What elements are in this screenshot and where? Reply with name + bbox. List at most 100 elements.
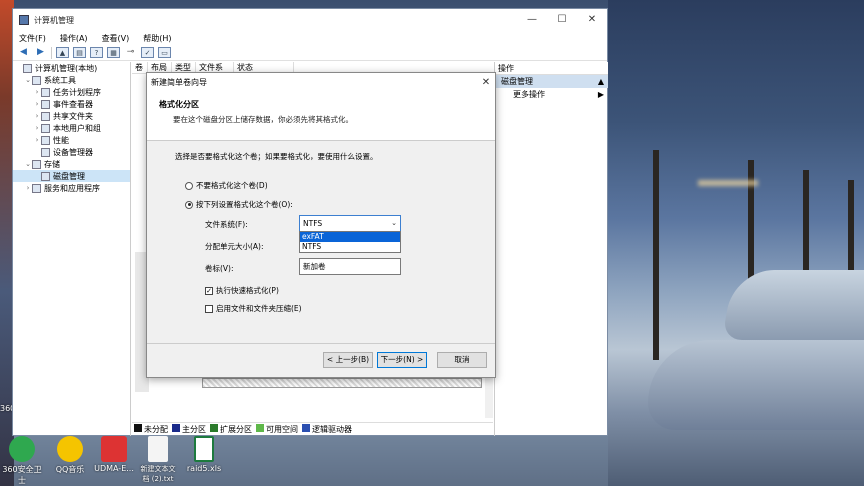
desktop-icon-textfile[interactable]: 新建文本文档 (2).txt — [138, 436, 178, 484]
tree-node[interactable]: › 任务计划程序 — [13, 86, 130, 98]
computer-management-icon — [19, 15, 29, 25]
filesystem-dropdown-list: exFAT NTFS — [299, 231, 401, 253]
tree-node[interactable]: › 服务和应用程序 — [13, 182, 130, 194]
radio-format[interactable]: 按下列设置格式化这个卷(O): — [185, 199, 293, 210]
menu-bar: 文件(F) 操作(A) 查看(V) 帮助(H) — [13, 31, 607, 45]
tree-node[interactable]: 磁盘管理 — [13, 170, 130, 182]
desktop-icon-udma[interactable]: UDMA-E... — [94, 436, 134, 473]
quick-format-checkbox[interactable]: ✓ 执行快速格式化(P) — [205, 285, 279, 296]
disk-legend: 未分配 主分区 扩展分区 可用空间 逻辑驱动器 — [132, 422, 493, 436]
tree-node-icon — [41, 123, 50, 133]
legend-item: 逻辑驱动器 — [302, 424, 352, 435]
compression-checkbox[interactable]: 启用文件和文件夹压缩(E) — [205, 303, 302, 314]
checkbox-unchecked-icon[interactable] — [205, 304, 213, 313]
menu-view[interactable]: 查看(V) — [102, 33, 130, 44]
tree-node-icon — [41, 87, 50, 97]
radio-circle[interactable] — [185, 181, 193, 190]
expand-toggle-icon[interactable]: › — [33, 124, 41, 132]
actions-selected-item[interactable]: 磁盘管理 ▲ — [495, 75, 608, 88]
filesystem-option-exfat[interactable]: exFAT — [300, 232, 400, 242]
legend-item: 扩展分区 — [210, 424, 252, 435]
checklist-icon[interactable]: ✓ — [141, 47, 154, 58]
volume-label-label: 卷标(V): — [205, 264, 234, 273]
tree-node[interactable]: › 本地用户和组 — [13, 122, 130, 134]
wallpaper-lights — [698, 180, 758, 186]
music-icon — [57, 436, 83, 462]
filesystem-option-ntfs[interactable]: NTFS — [300, 242, 400, 252]
radio-no-format-label: 不要格式化这个卷(D) — [196, 181, 268, 190]
expand-toggle-icon[interactable]: › — [33, 136, 41, 144]
expand-toggle-icon[interactable]: ⌄ — [24, 160, 32, 168]
legend-swatch — [302, 424, 310, 432]
desktop-icon-qqmusic[interactable]: QQ音乐 — [50, 436, 90, 475]
tree-node-icon — [32, 183, 41, 193]
dialog-title: 新建简单卷向导 — [151, 77, 207, 87]
legend-item: 主分区 — [172, 424, 206, 435]
legend-swatch — [256, 424, 264, 432]
desktop-icon-label: 360安全卫士 — [2, 465, 42, 485]
properties-icon[interactable]: ▦ — [107, 47, 120, 58]
tree-node-icon — [23, 63, 32, 73]
back-arrow-icon[interactable]: ◀ — [17, 47, 30, 58]
format-question: 选择是否要格式化这个卷；如果要格式化，要使用什么设置。 — [175, 152, 378, 161]
tree-node[interactable]: ⌄ 系统工具 — [13, 74, 130, 86]
next-button[interactable]: 下一步(N) > — [377, 352, 427, 368]
up-folder-icon[interactable]: ▲ — [56, 47, 69, 58]
expand-toggle-icon[interactable]: › — [24, 184, 32, 192]
tree-node-label: 性能 — [53, 135, 69, 145]
legend-label: 未分配 — [144, 425, 168, 434]
legend-label: 可用空间 — [266, 425, 298, 434]
desktop-icon-xls[interactable]: raid5.xls — [184, 436, 224, 473]
chevron-right-icon: ▶ — [597, 90, 604, 99]
quick-format-label: 执行快速格式化(P) — [216, 286, 279, 295]
dialog-body: 选择是否要格式化这个卷；如果要格式化，要使用什么设置。 不要格式化这个卷(D) … — [147, 142, 495, 342]
tree-node[interactable]: ⌄ 存储 — [13, 158, 130, 170]
compression-label: 启用文件和文件夹压缩(E) — [216, 304, 302, 313]
tree-node-label: 本地用户和组 — [53, 123, 101, 133]
cancel-button[interactable]: 取消 — [437, 352, 487, 368]
filesystem-value: NTFS — [303, 219, 323, 228]
tree-node-icon — [41, 135, 50, 145]
maximize-button[interactable]: ☐ — [547, 9, 577, 31]
collapse-arrow-icon[interactable]: ▲ — [598, 75, 604, 88]
dialog-close-icon[interactable]: ✕ — [477, 77, 495, 88]
tree-node-icon — [41, 111, 50, 121]
filesystem-select[interactable]: NTFS ⌄ — [299, 215, 401, 232]
new-simple-volume-wizard: 新建简单卷向导 ✕ 格式化分区 要在这个磁盘分区上储存数据，你必须先将其格式化。… — [146, 72, 496, 378]
menu-action[interactable]: 操作(A) — [60, 33, 88, 44]
show-tree-icon[interactable]: ▤ — [73, 47, 86, 58]
tree-node[interactable]: › 性能 — [13, 134, 130, 146]
close-button[interactable]: ✕ — [577, 9, 607, 31]
dialog-title-bar[interactable]: 新建简单卷向导 ✕ — [147, 73, 495, 91]
tree-node-label: 事件查看器 — [53, 99, 93, 109]
disk-partition-bar[interactable] — [202, 378, 482, 388]
back-button[interactable]: < 上一步(B) — [323, 352, 373, 368]
settings-panel-icon[interactable]: ▭ — [158, 47, 171, 58]
tree-node-label: 设备管理器 — [53, 147, 93, 157]
forward-arrow-icon[interactable]: ▶ — [34, 47, 47, 58]
tree-node-label: 磁盘管理 — [53, 171, 85, 181]
key-icon[interactable]: ⊸ — [124, 47, 137, 58]
menu-help[interactable]: 帮助(H) — [143, 33, 171, 44]
expand-toggle-icon[interactable]: › — [33, 88, 41, 96]
tree-node[interactable]: 设备管理器 — [13, 146, 130, 158]
expand-toggle-icon[interactable]: › — [33, 100, 41, 108]
chevron-down-icon[interactable]: ⌄ — [391, 216, 397, 231]
help-icon[interactable]: ? — [90, 47, 103, 58]
radio-circle-selected[interactable] — [185, 200, 193, 209]
radio-no-format[interactable]: 不要格式化这个卷(D) — [185, 180, 268, 191]
tree-node[interactable]: 计算机管理(本地) — [13, 62, 130, 74]
desktop-icon-label: QQ音乐 — [55, 465, 85, 474]
actions-more[interactable]: 更多操作 ▶ — [495, 88, 608, 101]
expand-toggle-icon[interactable]: › — [33, 112, 41, 120]
title-bar[interactable]: 计算机管理 — ☐ ✕ — [13, 9, 607, 31]
volume-label-input[interactable]: 新加卷 — [299, 258, 401, 275]
desktop-icon-360[interactable]: 360安全卫士 — [2, 436, 42, 486]
menu-file[interactable]: 文件(F) — [19, 33, 46, 44]
minimize-button[interactable]: — — [517, 9, 547, 31]
toolbar-separator — [51, 46, 52, 59]
tree-node[interactable]: › 共享文件夹 — [13, 110, 130, 122]
tree-node[interactable]: › 事件查看器 — [13, 98, 130, 110]
checkbox-checked-icon[interactable]: ✓ — [205, 286, 213, 295]
expand-toggle-icon[interactable]: ⌄ — [24, 76, 32, 84]
